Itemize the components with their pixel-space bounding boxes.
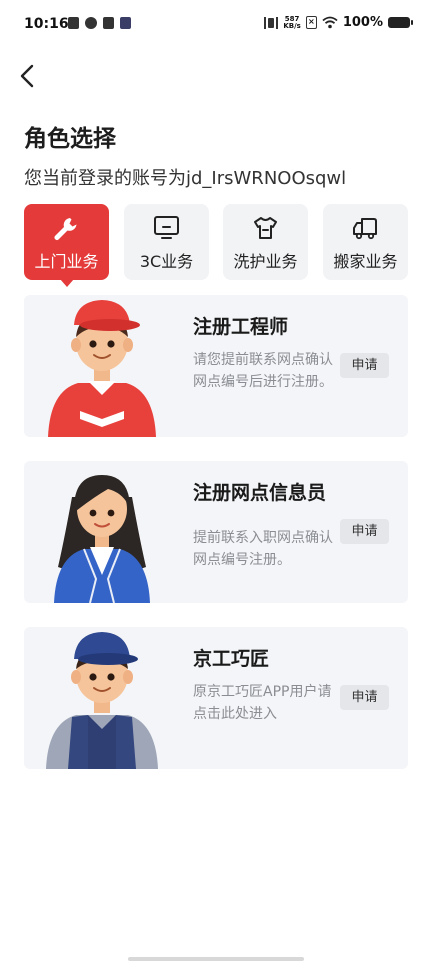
status-time: 10:16 (24, 16, 69, 32)
battery-percent: 100% (342, 15, 383, 30)
battery-icon (388, 17, 413, 28)
net-speed: 587 KB/s (283, 15, 301, 30)
role-description: 提前联系入职网点确认网点编号注册。 (193, 530, 333, 568)
clipboard-icon (68, 17, 79, 29)
tab-onsite-service[interactable]: 上门业务 (24, 204, 109, 287)
role-description: 原京工巧匠APP用户请点击此处进入 (193, 684, 332, 722)
tab-moving-service[interactable]: 搬家业务 (323, 204, 408, 280)
wifi-icon (322, 16, 338, 29)
role-description: 请您提前联系网点确认网点编号后进行注册。 (193, 352, 333, 390)
tab-label: 上门业务 (34, 252, 99, 271)
home-indicator[interactable] (128, 957, 304, 961)
apply-button[interactable]: 申请 (340, 685, 389, 710)
role-card-craftsman[interactable]: 京工巧匠 原京工巧匠APP用户请点击此处进入 申请 (24, 627, 408, 769)
apply-button[interactable]: 申请 (340, 519, 389, 544)
shirt-icon (254, 217, 277, 239)
monitor-icon (154, 216, 179, 239)
tab-label: 搬家业务 (333, 252, 398, 271)
account-info: 您当前登录的账号为jd_IrsWRNOOsqwl (24, 168, 347, 189)
vibrate-icon (264, 16, 279, 29)
status-right: 587 KB/s × 100% (264, 15, 413, 30)
tab-3c-service[interactable]: 3C业务 (124, 204, 209, 280)
engineer-avatar (48, 300, 156, 437)
apply-button[interactable]: 申请 (340, 353, 389, 378)
role-title: 注册网点信息员 (193, 482, 327, 504)
business-tabs: 上门业务 3C业务 洗护业务 搬家业务 (24, 204, 408, 287)
status-bar: 10:16 587 KB/s × 100% (0, 0, 432, 52)
page-title: 角色选择 (24, 126, 116, 152)
net-speed-unit: KB/s (283, 21, 301, 30)
tab-laundry-service[interactable]: 洗护业务 (223, 204, 308, 280)
tab-label: 洗护业务 (233, 252, 298, 271)
back-button[interactable] (14, 62, 42, 90)
tab-label: 3C业务 (139, 252, 194, 271)
app-notification-icon (85, 17, 97, 29)
chevron-left-icon (20, 64, 34, 88)
craftsman-avatar (46, 632, 158, 769)
no-sim-icon: × (305, 16, 317, 29)
play-icon (120, 17, 131, 29)
clerk-avatar (54, 475, 150, 603)
role-title: 京工巧匠 (193, 648, 270, 670)
notification-icons (68, 17, 131, 29)
role-title: 注册工程师 (193, 316, 289, 338)
mail-icon (103, 17, 114, 29)
wrench-icon (54, 218, 77, 240)
role-card-outlet-clerk[interactable]: 注册网点信息员 提前联系入职网点确认网点编号注册。 申请 (24, 461, 408, 603)
role-card-engineer[interactable]: 注册工程师 请您提前联系网点确认网点编号后进行注册。 申请 (24, 295, 408, 437)
truck-icon (353, 218, 377, 240)
